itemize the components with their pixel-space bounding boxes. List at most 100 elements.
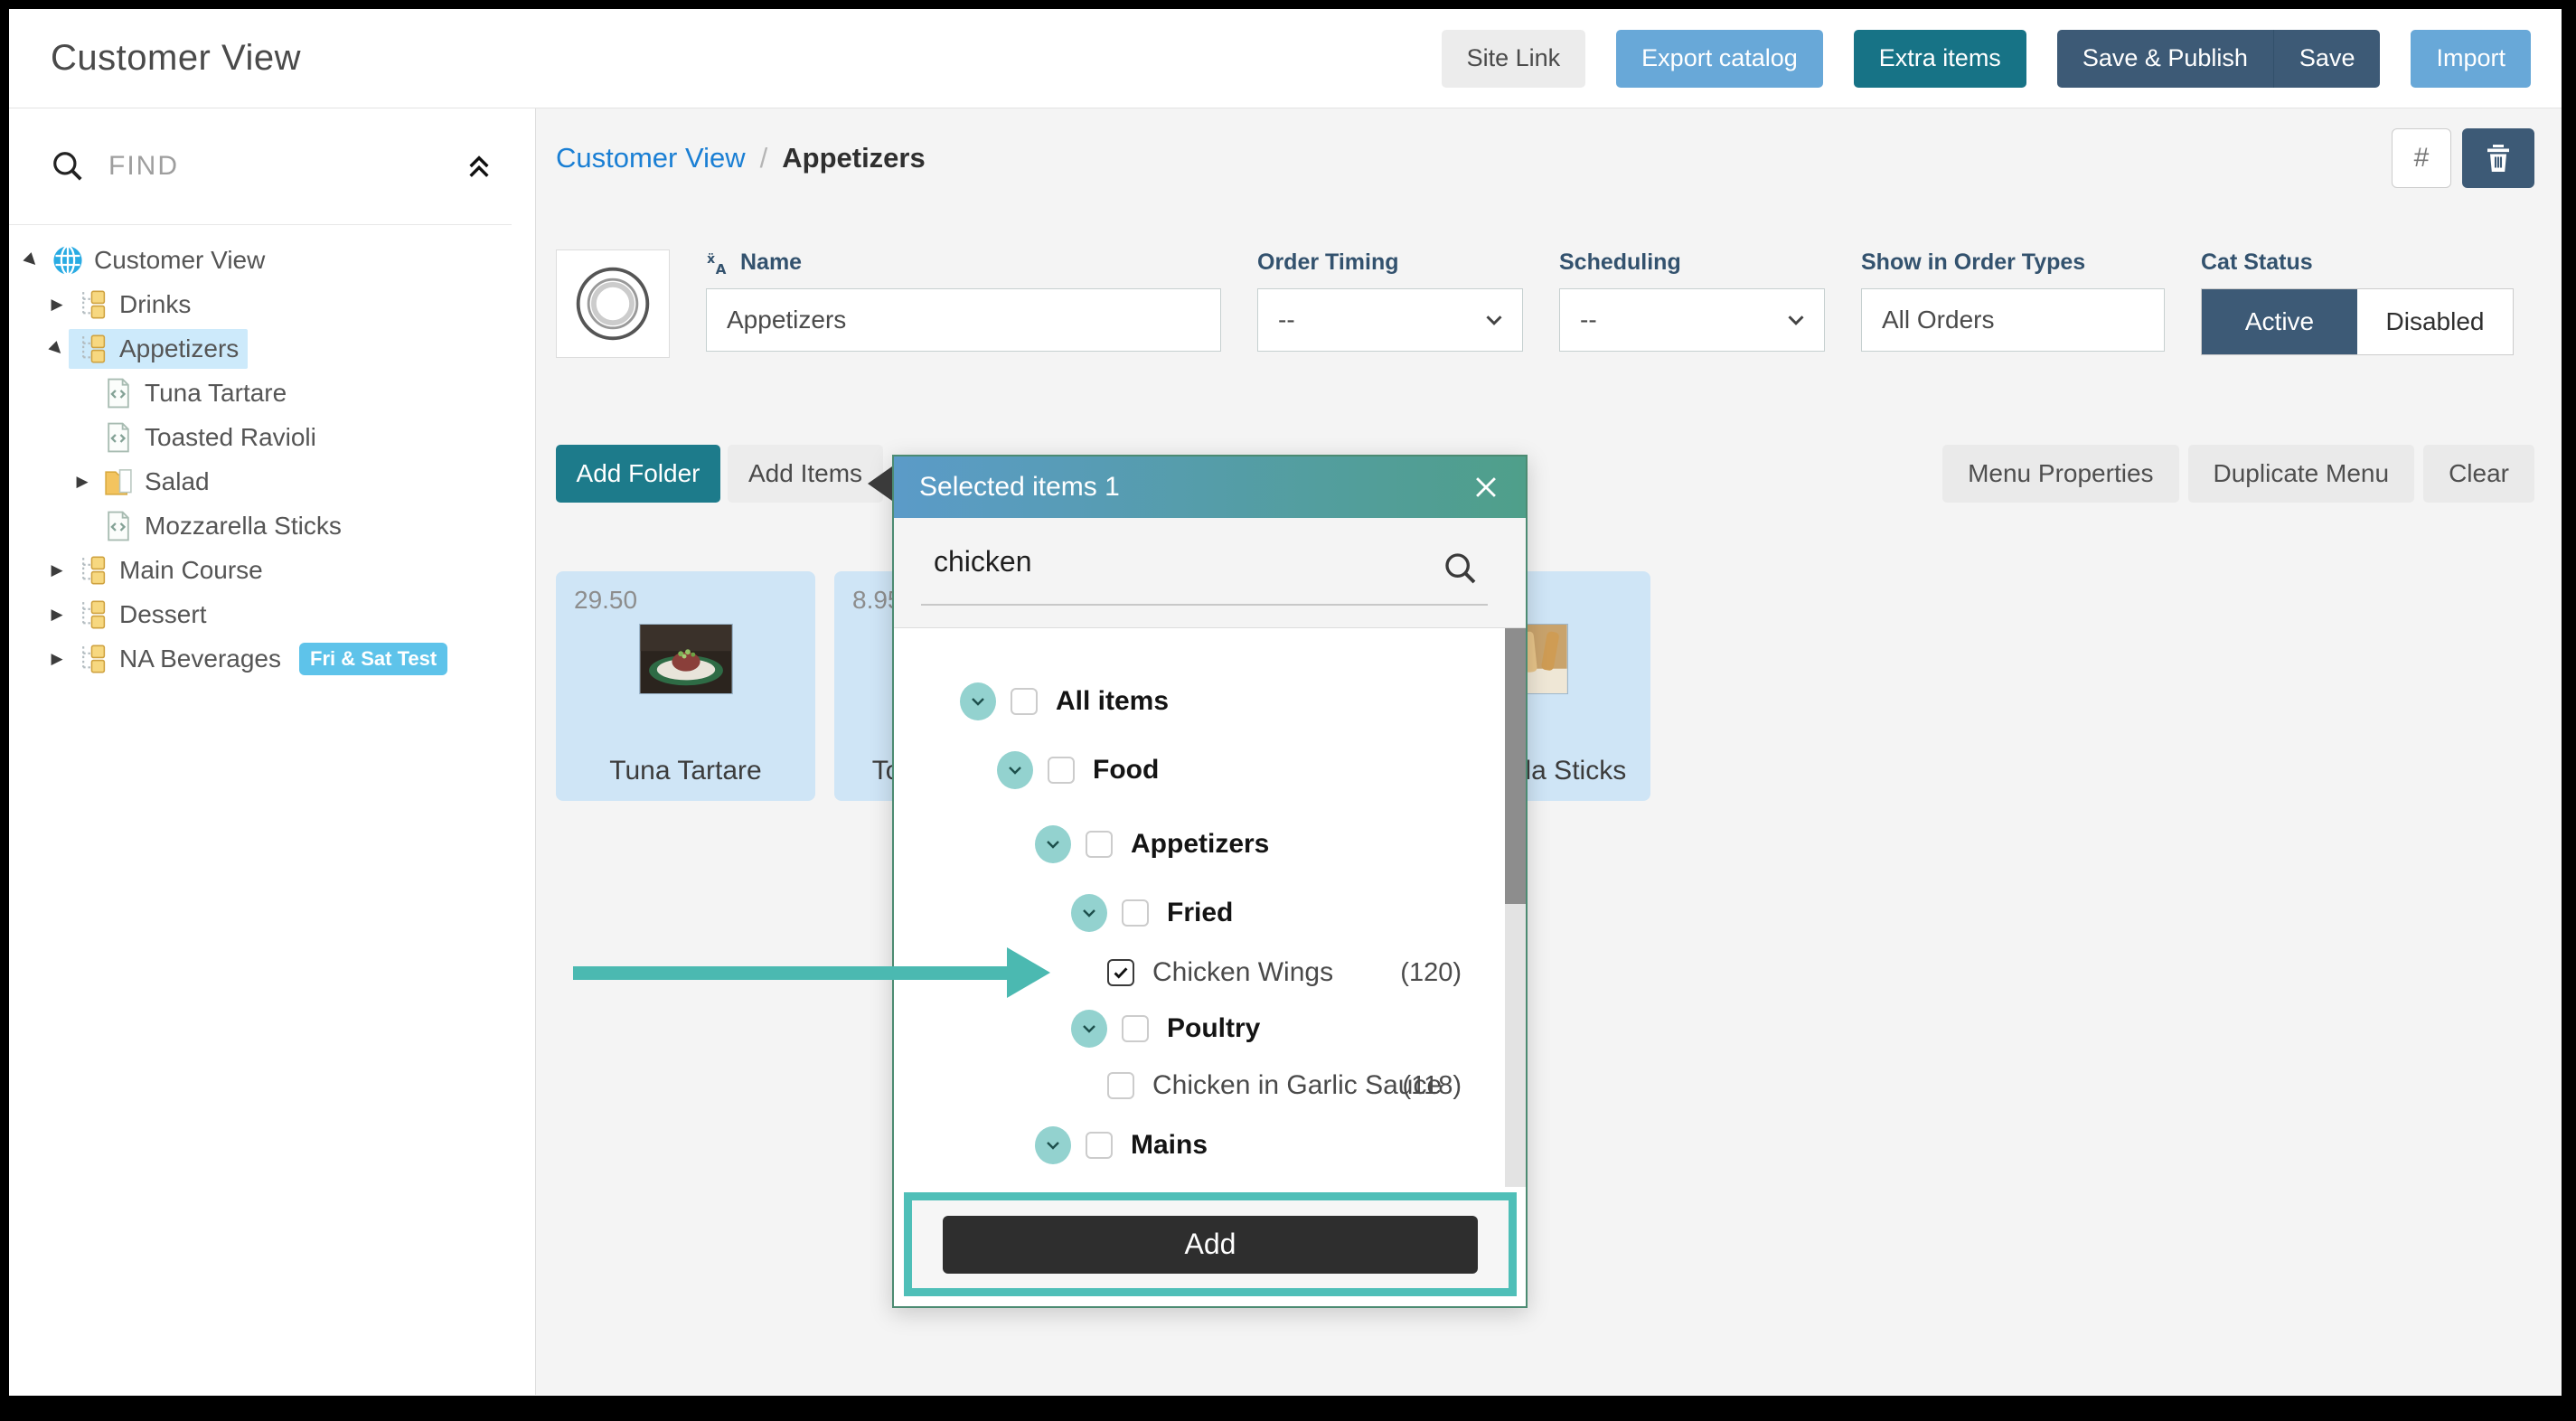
node-checkbox[interactable]	[1122, 1015, 1149, 1042]
menu-tree: ▶ Customer View ▶ Drinks ▶	[9, 225, 535, 681]
modal-pointer-icon	[868, 466, 892, 501]
category-image-placeholder[interactable]	[556, 249, 670, 358]
collapse-node-icon[interactable]	[1071, 894, 1107, 932]
item-count: (120)	[1400, 958, 1462, 988]
tree-node-appetizers: Appetizers	[894, 824, 1505, 864]
tree-node-mains: Mains	[894, 1125, 1505, 1165]
sidebar-item-main-course[interactable]: ▶ Main Course	[9, 548, 535, 592]
expand-arrow-icon[interactable]: ▶	[45, 296, 69, 314]
extra-items-button[interactable]: Extra items	[1854, 30, 2026, 88]
app-header: Customer View Site Link Export catalog E…	[9, 9, 2562, 108]
clear-button[interactable]: Clear	[2423, 445, 2534, 503]
scheduling-label: Scheduling	[1559, 249, 1681, 276]
category-icon	[78, 599, 108, 630]
sidebar-item-na-beverages[interactable]: ▶ NA Beverages Fri & Sat Test	[9, 636, 535, 681]
add-button-highlight: Add	[904, 1192, 1517, 1296]
delete-button[interactable]	[2462, 128, 2534, 188]
modal-search-input[interactable]	[934, 545, 1331, 579]
save-button[interactable]: Save	[2273, 30, 2381, 88]
sidebar-item-customer-view[interactable]: ▶ Customer View	[9, 238, 535, 282]
item-icon	[103, 422, 134, 453]
expand-arrow-icon[interactable]: ▶	[42, 334, 72, 363]
search-icon[interactable]	[1443, 551, 1479, 587]
item-name: Tuna Tartare	[556, 756, 815, 786]
chevron-down-icon	[1042, 833, 1064, 855]
order-timing-select[interactable]: --	[1257, 288, 1523, 352]
chevron-down-icon	[967, 691, 989, 712]
sidebar-item-drinks[interactable]: ▶ Drinks	[9, 282, 535, 326]
cat-status-active-option[interactable]: Active	[2202, 289, 2357, 354]
collapse-tree-icon[interactable]	[465, 152, 494, 181]
node-checkbox[interactable]	[1086, 1132, 1113, 1159]
cat-status-toggle: Active Disabled	[2201, 288, 2514, 355]
divider	[921, 604, 1488, 606]
menu-properties-button[interactable]: Menu Properties	[1942, 445, 2178, 503]
tree-label: Salad	[145, 467, 210, 496]
modal-title: Selected items 1	[919, 472, 1120, 503]
save-publish-button[interactable]: Save & Publish	[2057, 30, 2273, 88]
trash-icon	[2482, 142, 2515, 174]
collapse-node-icon[interactable]	[1071, 1010, 1107, 1048]
scrollbar-thumb[interactable]	[1505, 628, 1526, 904]
close-icon	[1471, 472, 1501, 503]
collapse-node-icon[interactable]	[997, 751, 1033, 789]
import-button[interactable]: Import	[2411, 30, 2531, 88]
header-buttons: Site Link Export catalog Extra items Sav…	[1411, 30, 2531, 88]
collapse-node-icon[interactable]	[1035, 825, 1071, 863]
cat-status-label: Cat Status	[2201, 249, 2313, 276]
node-checkbox[interactable]	[1011, 688, 1038, 715]
sidebar-search-row	[9, 108, 535, 224]
translate-icon[interactable]	[706, 250, 731, 276]
node-checkbox[interactable]	[1086, 831, 1113, 858]
scheduling-select[interactable]: --	[1559, 288, 1825, 352]
name-field[interactable]	[727, 306, 1200, 334]
add-items-button[interactable]: Add Items	[728, 445, 883, 503]
sidebar-item-toasted-ravioli[interactable]: Toasted Ravioli	[9, 415, 535, 459]
expand-arrow-icon[interactable]: ▶	[45, 650, 69, 668]
page-title: Customer View	[51, 38, 301, 79]
breadcrumb-parent-link[interactable]: Customer View	[556, 142, 746, 174]
sidebar-item-mozzarella-sticks[interactable]: Mozzarella Sticks	[9, 503, 535, 548]
item-count: (118)	[1402, 1071, 1462, 1101]
chevron-down-icon	[1078, 1018, 1100, 1040]
expand-arrow-icon[interactable]: ▶	[71, 473, 94, 491]
tree-label: Dessert	[119, 600, 206, 629]
sidebar-item-dessert[interactable]: ▶ Dessert	[9, 592, 535, 636]
tree-leaf-chicken-in-garlic-sauce: Chicken in Garlic Sauce (118)	[894, 1066, 1505, 1106]
sidebar-item-appetizers[interactable]: ▶ Appetizers	[9, 326, 535, 371]
node-checkbox[interactable]	[1107, 1072, 1134, 1099]
node-checkbox-checked[interactable]	[1107, 959, 1134, 986]
tree-node-fried: Fried	[894, 893, 1505, 933]
modal-add-button[interactable]: Add	[943, 1216, 1478, 1274]
actions-row: Add Folder Add Items Menu Properties Dup…	[556, 445, 2534, 503]
collapse-node-icon[interactable]	[960, 682, 996, 720]
find-input[interactable]	[108, 151, 465, 182]
folder-icon	[103, 466, 134, 497]
tree-label: Customer View	[94, 246, 265, 275]
annotation-arrow	[573, 966, 1009, 980]
export-catalog-button[interactable]: Export catalog	[1616, 30, 1823, 88]
sidebar-item-tuna-tartare[interactable]: Tuna Tartare	[9, 371, 535, 415]
breadcrumb-separator: /	[760, 142, 768, 174]
duplicate-menu-button[interactable]: Duplicate Menu	[2188, 445, 2415, 503]
node-checkbox[interactable]	[1122, 899, 1149, 927]
cat-status-disabled-option[interactable]: Disabled	[2357, 289, 2513, 354]
expand-arrow-icon[interactable]: ▶	[45, 606, 69, 624]
expand-arrow-icon[interactable]: ▶	[45, 561, 69, 579]
chevron-down-icon	[1004, 759, 1026, 781]
collapse-node-icon[interactable]	[1035, 1126, 1071, 1164]
modal-header: Selected items 1	[894, 456, 1526, 518]
node-checkbox[interactable]	[1048, 757, 1075, 784]
expand-arrow-icon[interactable]: ▶	[17, 245, 47, 275]
tree-label: Mozzarella Sticks	[145, 512, 342, 541]
site-link-button[interactable]: Site Link	[1442, 30, 1586, 88]
hash-button[interactable]: #	[2392, 128, 2451, 188]
show-in-order-types-field[interactable]: All Orders	[1861, 288, 2165, 352]
close-button[interactable]	[1468, 469, 1504, 505]
modal-scrollbar[interactable]	[1505, 628, 1526, 1187]
chevron-down-icon	[1782, 306, 1810, 334]
item-card-tuna-tartare[interactable]: 29.50 Tuna Tartare	[556, 571, 815, 801]
sidebar-item-salad[interactable]: ▶ Salad	[9, 459, 535, 503]
add-folder-button[interactable]: Add Folder	[556, 445, 720, 503]
main-content: Customer View / Appetizers # Nam	[536, 108, 2562, 1395]
